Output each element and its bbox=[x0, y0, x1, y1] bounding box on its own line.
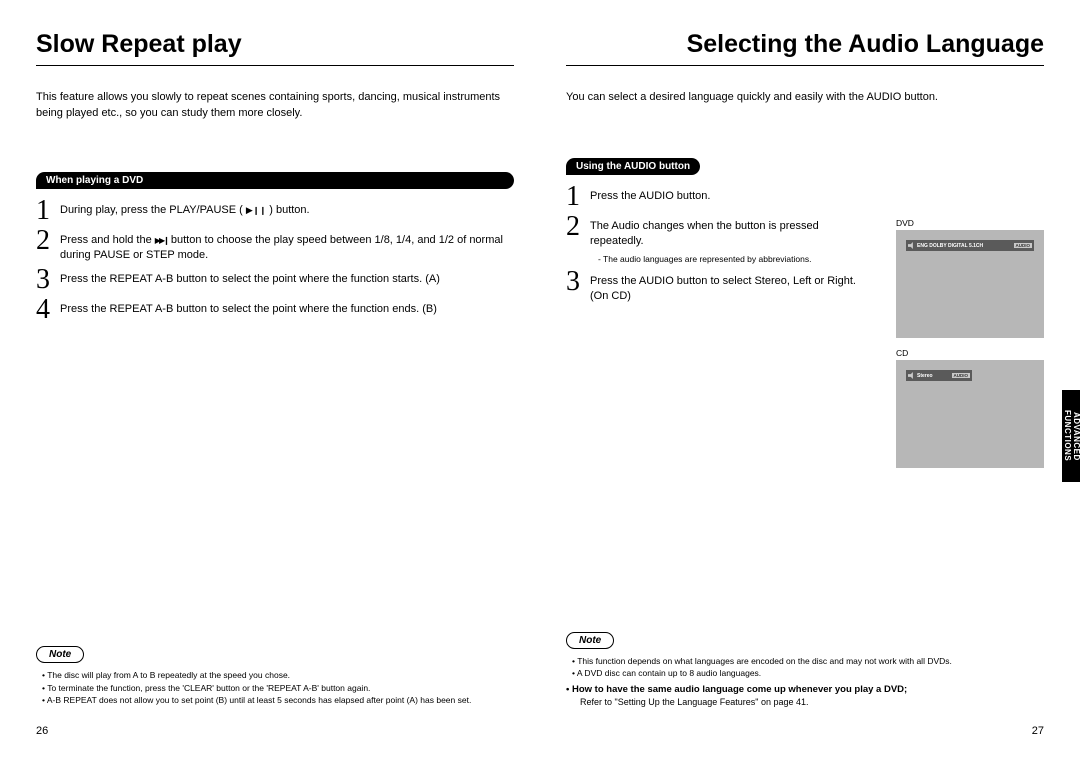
step-number: 2 bbox=[566, 213, 590, 241]
note-block: Note The disc will play from A to B repe… bbox=[36, 644, 514, 707]
figure-label: DVD bbox=[896, 218, 1044, 228]
osd-text: ENG DOLBY DIGITAL 5.1CH bbox=[917, 243, 983, 249]
section-tab: ADVANCED FUNCTIONS bbox=[1062, 390, 1080, 482]
speaker-icon bbox=[908, 242, 915, 249]
step-text: During play, press the PLAY/PAUSE ( ) bu… bbox=[60, 197, 310, 218]
steps-list: 1 During play, press the PLAY/PAUSE ( ) … bbox=[36, 197, 514, 326]
osd-text: Stereo bbox=[917, 373, 933, 379]
play-icon bbox=[246, 204, 253, 216]
step-number: 2 bbox=[36, 227, 60, 255]
cd-screen: Stereo AUDIO bbox=[896, 360, 1044, 468]
step-text: The Audio changes when the button is pre… bbox=[590, 213, 866, 266]
intro-text: You can select a desired language quickl… bbox=[566, 90, 1044, 106]
step-1: 1 During play, press the PLAY/PAUSE ( ) … bbox=[36, 197, 514, 225]
step-number: 1 bbox=[36, 197, 60, 225]
note-item: This function depends on what languages … bbox=[580, 655, 1044, 668]
note-item: To terminate the function, press the 'CL… bbox=[50, 682, 514, 695]
note-list: This function depends on what languages … bbox=[566, 655, 1044, 681]
osd-badge: AUDIO bbox=[952, 373, 971, 378]
screen-figures: DVD ENG DOLBY DIGITAL 5.1CH AUDIO CD Ste… bbox=[896, 218, 1044, 478]
note-item: A-B REPEAT does not allow you to set poi… bbox=[50, 694, 514, 707]
figure-label: CD bbox=[896, 348, 1044, 358]
step-number: 1 bbox=[566, 183, 590, 211]
step-number: 3 bbox=[566, 268, 590, 296]
step-1: 1 Press the AUDIO button. bbox=[566, 183, 866, 211]
pause-icon bbox=[253, 204, 266, 216]
page-right: Selecting the Audio Language You can sel… bbox=[540, 0, 1080, 765]
note-item: The disc will play from A to B repeatedl… bbox=[50, 669, 514, 682]
page-left: Slow Repeat play This feature allows you… bbox=[0, 0, 540, 765]
note-bold: • How to have the same audio language co… bbox=[566, 684, 1044, 695]
step-3: 3 Press the AUDIO button to select Stere… bbox=[566, 268, 866, 305]
page-title: Selecting the Audio Language bbox=[566, 30, 1044, 66]
section-label: Using the AUDIO button bbox=[566, 158, 700, 175]
step-text: Press the REPEAT A-B button to select th… bbox=[60, 296, 437, 317]
page-number: 26 bbox=[36, 725, 48, 737]
step-text: Press the REPEAT A-B button to select th… bbox=[60, 266, 440, 287]
step-text: Press the AUDIO button to select Stereo,… bbox=[590, 268, 866, 305]
section-label: When playing a DVD bbox=[36, 172, 514, 189]
note-list: The disc will play from A to B repeatedl… bbox=[36, 669, 514, 707]
step-text: Press the AUDIO button. bbox=[590, 183, 710, 204]
step-number: 4 bbox=[36, 296, 60, 324]
page-title: Slow Repeat play bbox=[36, 30, 514, 66]
step-number: 3 bbox=[36, 266, 60, 294]
speaker-icon bbox=[908, 372, 915, 379]
steps-list: 1 Press the AUDIO button. 2 The Audio ch… bbox=[566, 183, 866, 304]
skip-fwd-icon bbox=[155, 234, 168, 246]
section-tab-text: ADVANCED FUNCTIONS bbox=[1062, 390, 1080, 482]
osd-bar: ENG DOLBY DIGITAL 5.1CH AUDIO bbox=[906, 240, 1034, 251]
page-number: 27 bbox=[1032, 725, 1044, 737]
note-refer: Refer to "Setting Up the Language Featur… bbox=[566, 697, 1044, 707]
manual-spread: Slow Repeat play This feature allows you… bbox=[0, 0, 1080, 765]
step-4: 4 Press the REPEAT A-B button to select … bbox=[36, 296, 514, 324]
osd-bar: Stereo AUDIO bbox=[906, 370, 972, 381]
step-text: Press and hold the button to choose the … bbox=[60, 227, 514, 264]
note-label: Note bbox=[36, 646, 84, 663]
intro-text: This feature allows you slowly to repeat… bbox=[36, 90, 514, 122]
step-subnote: - The audio languages are represented by… bbox=[598, 254, 866, 266]
step-2: 2 Press and hold the button to choose th… bbox=[36, 227, 514, 264]
steps-wrap: Using the AUDIO button 1 Press the AUDIO… bbox=[566, 156, 866, 314]
note-item: A DVD disc can contain up to 8 audio lan… bbox=[580, 667, 1044, 680]
note-label: Note bbox=[566, 632, 614, 649]
dvd-screen: ENG DOLBY DIGITAL 5.1CH AUDIO bbox=[896, 230, 1044, 338]
note-block: Note This function depends on what langu… bbox=[566, 630, 1044, 708]
step-2: 2 The Audio changes when the button is p… bbox=[566, 213, 866, 266]
osd-badge: AUDIO bbox=[1014, 243, 1033, 248]
step-3: 3 Press the REPEAT A-B button to select … bbox=[36, 266, 514, 294]
